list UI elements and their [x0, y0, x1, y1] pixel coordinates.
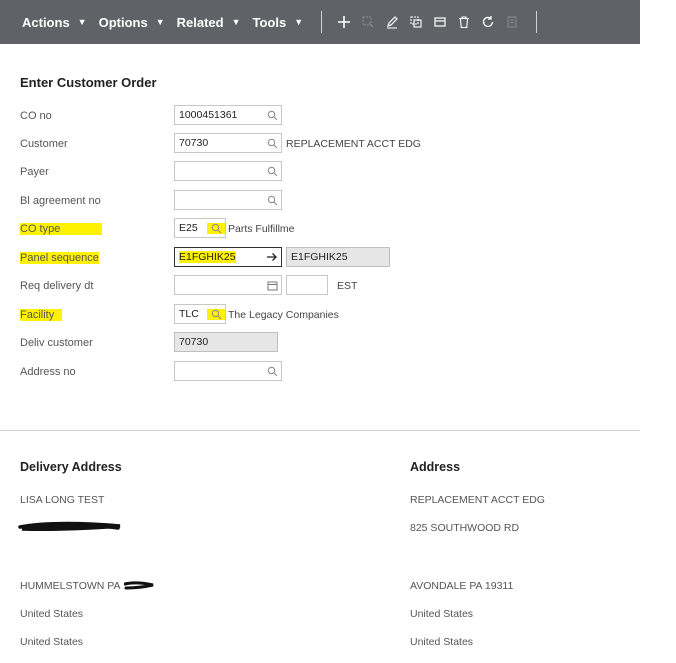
- address-title: Address: [410, 460, 461, 474]
- toolbar-separator: [321, 11, 323, 33]
- co-no-field[interactable]: 1000451361: [174, 105, 282, 125]
- co-type-field[interactable]: E25: [174, 218, 226, 238]
- facility-description: The Legacy Companies: [228, 309, 339, 321]
- chevron-down-icon: ▼: [77, 17, 87, 27]
- req-delivery-date-field[interactable]: [174, 275, 282, 295]
- arrow-right-icon[interactable]: [263, 252, 281, 262]
- facility-value: TLC: [179, 308, 199, 320]
- chevron-down-icon: ▼: [231, 17, 241, 27]
- search-icon[interactable]: [207, 222, 225, 234]
- related-menu-label: Related: [176, 14, 224, 30]
- delivery-country-1: United States: [20, 608, 84, 620]
- toolbar-separator: [536, 11, 538, 33]
- address-street: 825 SOUTHWOOD RD: [410, 522, 520, 534]
- customer-label: Customer: [20, 138, 68, 150]
- delivery-country-2: United States: [20, 636, 84, 648]
- facility-label: Facility: [20, 309, 63, 321]
- customer-description: REPLACEMENT ACCT EDG: [286, 138, 421, 150]
- options-menu-label: Options: [98, 14, 148, 30]
- panel-sequence-label: Panel sequence: [20, 252, 99, 264]
- address-country-2: United States: [410, 636, 474, 648]
- timezone-label: EST: [337, 280, 358, 292]
- delivery-address-title: Delivery Address: [20, 460, 122, 474]
- facility-field[interactable]: TLC: [174, 304, 226, 324]
- edit-icon[interactable]: [381, 11, 403, 33]
- customer-field[interactable]: 70730: [174, 133, 282, 153]
- deliv-customer-field: 70730: [174, 332, 278, 352]
- bl-agreement-field[interactable]: [174, 190, 282, 210]
- customer-value: 70730: [179, 137, 209, 149]
- chevron-down-icon: ▼: [294, 17, 304, 27]
- redaction-mark: [18, 521, 121, 532]
- co-type-description: Parts Fulfillme: [228, 223, 295, 235]
- actions-menu[interactable]: Actions ▼: [22, 15, 87, 30]
- co-no-label: CO no: [20, 110, 52, 122]
- tools-menu-label: Tools: [252, 14, 287, 30]
- search-icon[interactable]: [263, 138, 281, 149]
- delivery-name: LISA LONG TEST: [20, 494, 105, 506]
- options-menu[interactable]: Options ▼: [99, 15, 165, 30]
- chevron-down-icon: ▼: [155, 17, 165, 27]
- search-icon[interactable]: [207, 308, 225, 320]
- address-country-1: United States: [410, 608, 474, 620]
- search-icon[interactable]: [263, 110, 281, 121]
- page-title: Enter Customer Order: [20, 75, 157, 90]
- req-delivery-time-field[interactable]: [286, 275, 328, 295]
- notes-icon[interactable]: [501, 11, 523, 33]
- address-name: REPLACEMENT ACCT EDG: [410, 494, 545, 506]
- search-icon[interactable]: [263, 166, 281, 177]
- actions-menu-label: Actions: [22, 14, 70, 30]
- calendar-icon[interactable]: [263, 280, 281, 291]
- co-no-value: 1000451361: [179, 109, 238, 121]
- delivery-city: HUMMELSTOWN PA: [20, 580, 154, 592]
- panel-sequence-value-wrap: E1FGHIK25: [175, 251, 263, 263]
- search-icon[interactable]: [263, 195, 281, 206]
- co-type-label: CO type: [20, 223, 103, 235]
- address-no-label: Address no: [20, 366, 76, 378]
- payer-field[interactable]: [174, 161, 282, 181]
- panel-sequence-result: E1FGHIK25: [286, 247, 390, 267]
- panel-icon[interactable]: [429, 11, 451, 33]
- payer-label: Payer: [20, 166, 49, 178]
- toolbar: Actions ▼ Options ▼ Related ▼ Tools ▼: [0, 0, 640, 44]
- deliv-customer-value: 70730: [179, 336, 209, 348]
- co-type-value: E25: [179, 222, 198, 234]
- refresh-icon[interactable]: [477, 11, 499, 33]
- search-icon[interactable]: [263, 366, 281, 377]
- panel-sequence-value: E1FGHIK25: [179, 251, 236, 263]
- address-no-field[interactable]: [174, 361, 282, 381]
- bl-agreement-label: Bl agreement no: [20, 195, 101, 207]
- address-city: AVONDALE PA 19311: [410, 580, 514, 592]
- add-icon[interactable]: [333, 11, 355, 33]
- panel-sequence-label-wrap: Panel sequence: [20, 252, 99, 264]
- tools-menu[interactable]: Tools ▼: [253, 15, 304, 30]
- delivery-city-text: HUMMELSTOWN PA: [20, 580, 121, 592]
- delete-icon[interactable]: [453, 11, 475, 33]
- deliv-customer-label: Deliv customer: [20, 337, 93, 349]
- redaction-mark: [123, 581, 153, 590]
- select-icon[interactable]: [357, 11, 379, 33]
- section-divider: [0, 430, 640, 431]
- related-menu[interactable]: Related ▼: [177, 15, 241, 30]
- panel-sequence-field[interactable]: E1FGHIK25: [174, 247, 282, 267]
- panel-sequence-result-value: E1FGHIK25: [291, 251, 348, 263]
- copy-icon[interactable]: [405, 11, 427, 33]
- req-delivery-label: Req delivery dt: [20, 280, 94, 292]
